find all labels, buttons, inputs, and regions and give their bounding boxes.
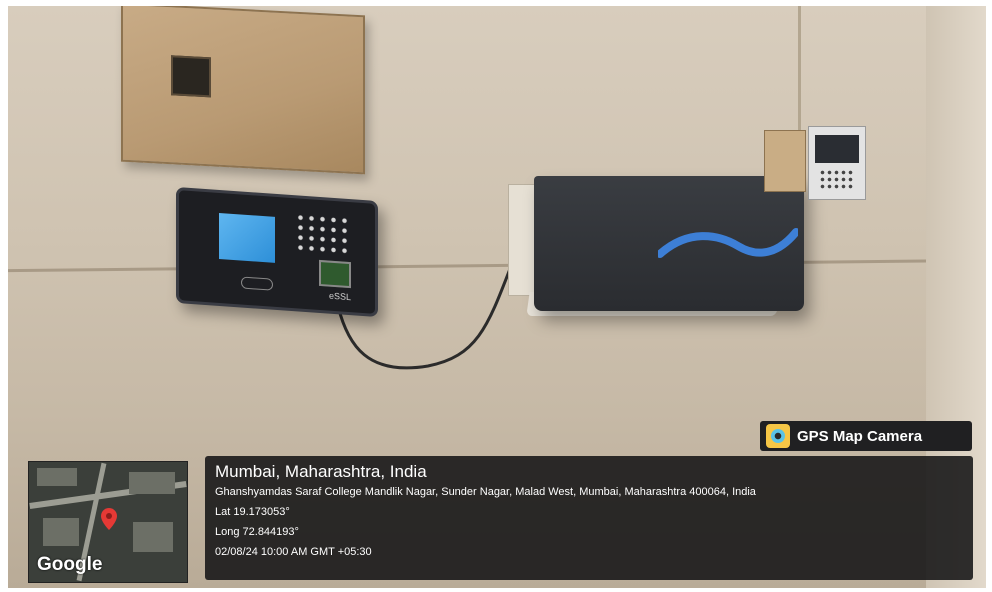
location-title: Mumbai, Maharashtra, India [215,462,427,481]
gps-badge-label: GPS Map Camera [797,427,923,445]
gps-map-camera-badge: GPS Map Camera [760,421,972,451]
biometric-brand-label: eSSL [329,290,352,303]
biometric-keypad [295,212,351,257]
address-text: Ghanshyamdas Saraf College Mandlik Nagar… [215,486,756,498]
device-swoosh-graphic [658,228,798,258]
fingerprint-sensor [319,259,351,289]
map-block [129,472,175,494]
card-reader-screen [815,135,859,163]
card-reader-keypad [819,169,855,191]
camera-lens-icon [766,424,790,448]
map-block [133,522,173,552]
biometric-attendance-device: eSSL [176,186,378,318]
map-thumbnail: Google [28,461,188,583]
latitude-text: Lat 19.173053° [215,506,290,518]
map-pin-icon [101,508,117,530]
map-block [43,518,79,546]
card-reader-device [808,126,866,200]
timestamp-text: 02/08/24 10:00 AM GMT +05:30 [215,546,372,558]
longitude-text: Long 72.844193° [215,526,299,538]
face-recognition-device [534,176,804,311]
small-device-mount [764,130,806,192]
photo-frame: eSSL GPS Map Camera Google Mumbai, Mahar… [0,0,992,592]
location-info-panel: Mumbai, Maharashtra, India Ghanshyamdas … [205,456,973,580]
biometric-indicator [241,276,273,291]
biometric-screen [219,212,275,263]
google-logo-label: Google [37,554,103,575]
map-block [37,468,77,486]
